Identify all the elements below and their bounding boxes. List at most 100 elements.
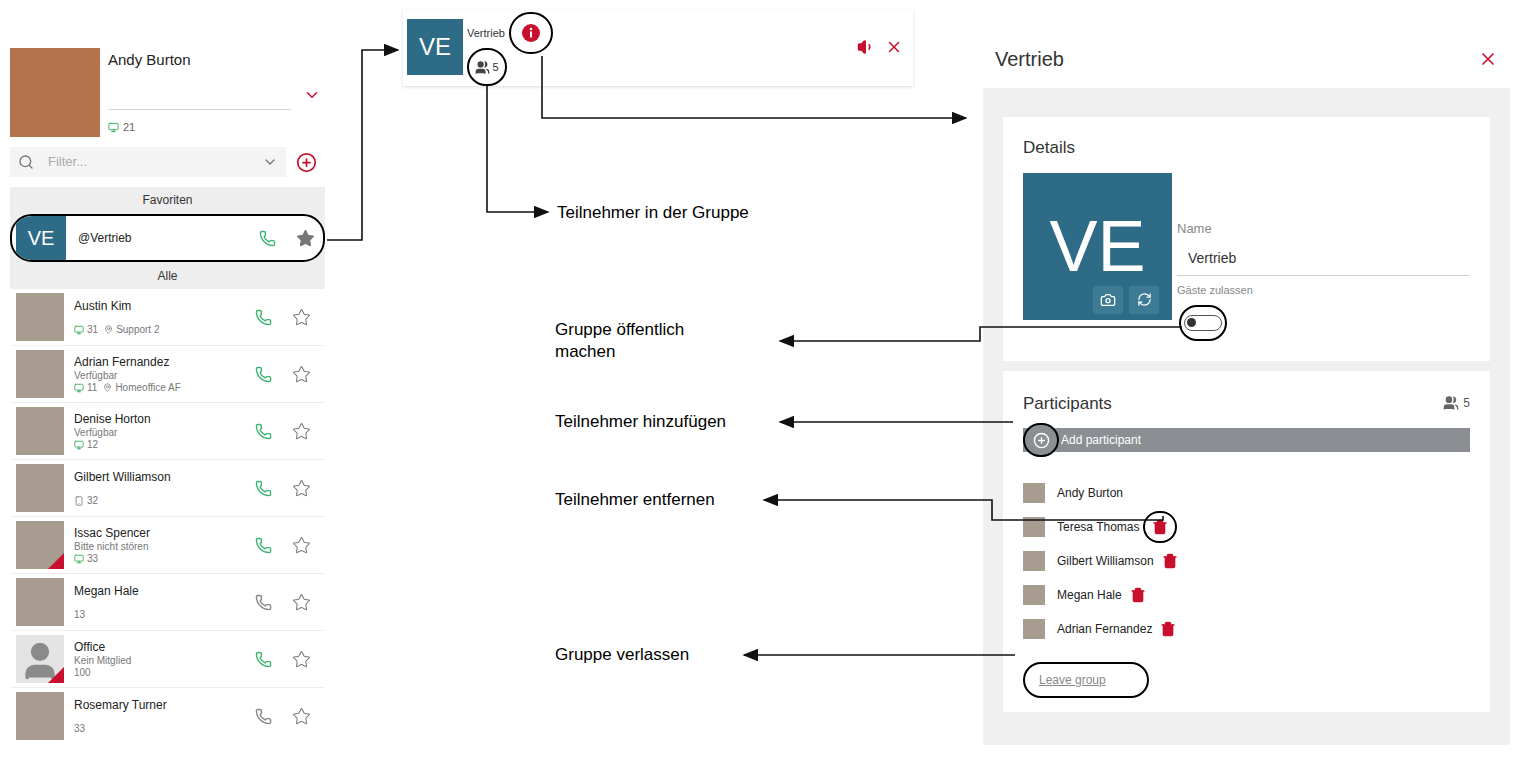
refresh-icon: [1137, 292, 1152, 307]
trash-icon[interactable]: [1152, 519, 1168, 535]
contact-status: Bitte nicht stören: [74, 541, 255, 553]
annotation-label: Gruppe öffentlich machen: [555, 319, 720, 363]
contact-extension: 100: [74, 667, 91, 679]
status-badge: [48, 553, 64, 569]
close-icon[interactable]: [1478, 49, 1498, 69]
contact-row[interactable]: Issac SpencerBitte nicht stören33: [10, 517, 325, 573]
contact-row[interactable]: Megan Hale13: [10, 574, 325, 630]
info-button[interactable]: [509, 12, 553, 54]
guests-label: Gäste zulassen: [1177, 282, 1470, 299]
chat-avatar: VE: [407, 19, 463, 75]
profile-chevron-icon[interactable]: [303, 86, 321, 104]
contact-avatar: [16, 350, 64, 398]
trash-icon[interactable]: [1130, 587, 1146, 603]
desktop-icon: [108, 122, 119, 133]
group-avatar: VE: [1023, 173, 1172, 320]
contact-photo: [16, 293, 64, 341]
trash-icon[interactable]: [1162, 553, 1178, 569]
contact-extension: 32: [87, 495, 98, 507]
participant-name: Adrian Fernandez: [1057, 620, 1152, 638]
info-icon: [521, 23, 541, 43]
users-icon: [475, 60, 490, 75]
status-badge: [48, 667, 64, 683]
contact-row[interactable]: Gilbert Williamson32: [10, 460, 325, 516]
details-title: Details: [1023, 135, 1470, 161]
annotation-arrow: [327, 50, 398, 240]
contact-avatar: [16, 293, 64, 341]
add-icon[interactable]: [296, 152, 317, 173]
participants-card: Participants5Add participantAndy BurtonT…: [1003, 371, 1490, 713]
phone-icon[interactable]: [255, 309, 272, 326]
filter-field[interactable]: Filter...: [10, 147, 286, 177]
page: Andy Burton21Filter...FavoritenVE@Vertri…: [0, 0, 1531, 767]
filter-chevron-icon[interactable]: [262, 154, 278, 170]
annotation-label: Gruppe verlassen: [555, 644, 689, 666]
refresh-button[interactable]: [1129, 286, 1159, 314]
contact-row[interactable]: Denise HortonVerfügbar12: [10, 403, 325, 459]
favorite-row[interactable]: VE @Vertrieb: [10, 214, 325, 262]
contact-photo: [16, 692, 64, 740]
close-icon[interactable]: [885, 38, 903, 56]
contact-sidebar: Andy Burton21Filter...FavoritenVE@Vertri…: [10, 48, 325, 744]
phone-icon[interactable]: [255, 366, 272, 383]
name-field[interactable]: Vertrieb: [1177, 248, 1470, 276]
users-icon: [1443, 395, 1459, 411]
contact-photo: [16, 350, 64, 398]
details-card: Details VEName Vertrieb Gäste zulassen: [1003, 117, 1490, 361]
star-icon[interactable]: [292, 365, 311, 384]
phone-icon[interactable]: [255, 708, 272, 725]
participant-count[interactable]: 5: [467, 48, 507, 86]
annotation-label: Teilnehmer in der Gruppe: [557, 202, 749, 224]
camera-button[interactable]: [1093, 286, 1123, 314]
camera-icon: [1100, 292, 1116, 308]
star-icon[interactable]: [292, 707, 311, 726]
desktop-icon: [74, 554, 84, 564]
guests-toggle[interactable]: [1184, 315, 1222, 331]
contact-extension: 13: [74, 609, 85, 621]
profile: Andy Burton21: [10, 48, 325, 137]
contact-photo: [16, 407, 64, 455]
phone-icon[interactable]: [259, 230, 276, 247]
phone-icon[interactable]: [255, 480, 272, 497]
annotation-arrow: [780, 421, 1013, 423]
star-icon[interactable]: [292, 650, 311, 669]
star-icon[interactable]: [292, 593, 311, 612]
desktop-icon: [74, 325, 84, 335]
contact-extension: 12: [87, 439, 98, 451]
contact-name: Office: [74, 640, 255, 655]
speaker-icon[interactable]: [857, 38, 875, 56]
participant-photo: [1023, 483, 1045, 503]
annotation-arrows: [0, 0, 1531, 767]
name-label: Name: [1177, 219, 1470, 239]
star-icon[interactable]: [292, 479, 311, 498]
phone-icon[interactable]: [255, 537, 272, 554]
star-icon[interactable]: [292, 536, 311, 555]
favorite-name: @Vertrieb: [78, 229, 259, 247]
add-participant-button[interactable]: Add participant: [1023, 428, 1470, 452]
contact-row[interactable]: Austin Kim31Support 2: [10, 289, 325, 345]
location-icon: [104, 325, 113, 334]
contact-row[interactable]: OfficeKein Mitglied100: [10, 631, 325, 687]
contact-row[interactable]: Adrian FernandezVerfügbar11Homeoffice AF: [10, 346, 325, 402]
phone-icon[interactable]: [255, 651, 272, 668]
chat-title: Vertrieb: [467, 25, 505, 42]
leave-group-link[interactable]: Leave group: [1039, 671, 1106, 689]
star-icon[interactable]: [292, 422, 311, 441]
annotation-arrow: [780, 327, 1182, 341]
annotation-arrow: [542, 56, 966, 118]
contact-extension: 31: [87, 324, 98, 336]
contact-row[interactable]: Rosemary Turner33: [10, 688, 325, 744]
trash-icon[interactable]: [1160, 621, 1176, 637]
contact-extension: 11: [87, 382, 97, 394]
group-panel: VertriebDetails VEName Vertrieb Gäste zulas…: [983, 30, 1510, 745]
star-icon[interactable]: [296, 229, 315, 248]
phone-icon[interactable]: [255, 423, 272, 440]
group-avatar: VE: [16, 215, 66, 261]
star-icon[interactable]: [292, 308, 311, 327]
contact-photo: [16, 578, 64, 626]
contact-avatar: [16, 464, 64, 512]
profile-photo: [10, 48, 100, 137]
participant-row: Teresa Thomas: [1023, 510, 1470, 544]
participant-photo: [1023, 619, 1045, 639]
phone-icon[interactable]: [255, 594, 272, 611]
